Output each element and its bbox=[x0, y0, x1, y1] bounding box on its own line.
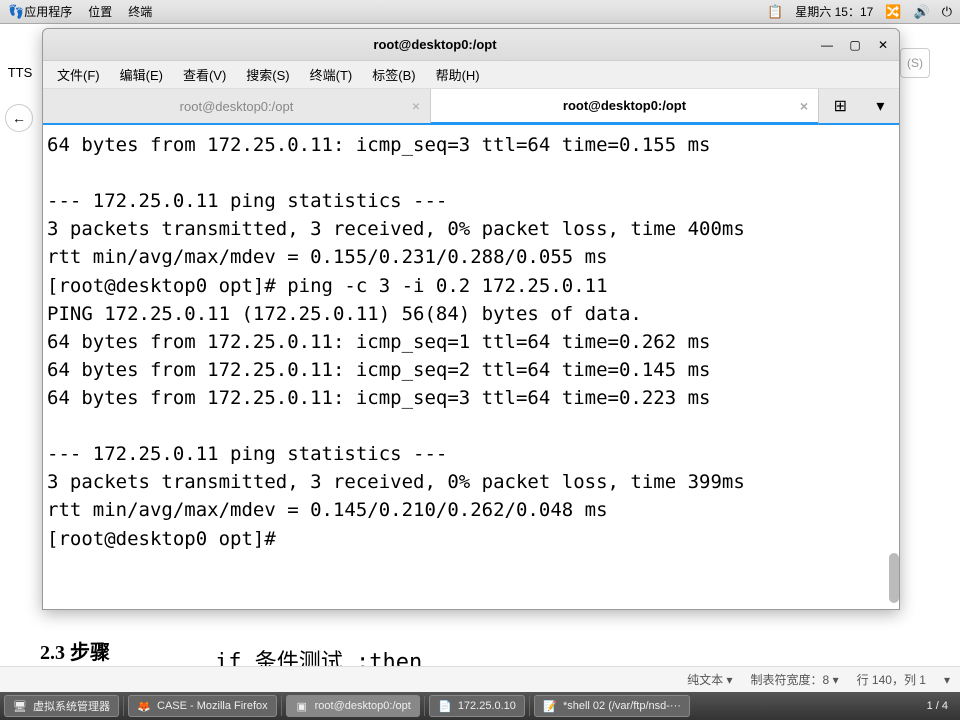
task-separator bbox=[123, 696, 124, 716]
terminal-window: root@desktop0:/opt — ▢ ✕ 文件(F) 编辑(E) 查看(… bbox=[42, 28, 900, 610]
task-label: CASE - Mozilla Firefox bbox=[157, 700, 268, 712]
status-dropdown[interactable]: ▾ bbox=[944, 673, 950, 687]
tab-label: root@desktop0:/opt bbox=[180, 99, 294, 114]
back-arrow-icon: ← bbox=[12, 110, 26, 126]
task-firefox[interactable]: 🦊 CASE - Mozilla Firefox bbox=[128, 695, 277, 717]
new-tab-icon[interactable]: ⊞ bbox=[834, 96, 847, 116]
vmm-icon: 🖥 bbox=[13, 699, 27, 713]
tab-close-icon[interactable]: × bbox=[800, 98, 808, 114]
section-heading: 2.3 步骤 bbox=[40, 636, 110, 665]
clock[interactable]: 星期六 15：17 bbox=[795, 3, 873, 20]
close-button[interactable]: ✕ bbox=[875, 37, 891, 53]
taskbar: 🖥 虚拟系统管理器 🦊 CASE - Mozilla Firefox ▣ roo… bbox=[0, 692, 960, 720]
top-panel-tray: 📋 星期六 15：17 🔀 🔊 ⏻ bbox=[767, 3, 952, 20]
window-controls: — ▢ ✕ bbox=[819, 37, 891, 53]
terminal-output[interactable]: 64 bytes from 172.25.0.11: icmp_seq=3 tt… bbox=[43, 125, 899, 609]
workspace-pager[interactable]: 1 / 4 bbox=[919, 700, 956, 712]
status-tab-width[interactable]: 制表符宽度：8 ▾ bbox=[751, 671, 839, 688]
task-vmm[interactable]: 🖥 虚拟系统管理器 bbox=[4, 695, 119, 717]
menu-edit[interactable]: 编辑(E) bbox=[112, 62, 171, 87]
menubar: 文件(F) 编辑(E) 查看(V) 搜索(S) 终端(T) 标签(B) 帮助(H… bbox=[43, 61, 899, 89]
gedit-statusbar: 纯文本 ▾ 制表符宽度：8 ▾ 行 140，列 1 ▾ bbox=[0, 666, 960, 692]
task-gedit2[interactable]: 📝 *shell 02 (/var/ftp/nsd-··· bbox=[534, 695, 690, 717]
tab-menu-icon[interactable]: ▾ bbox=[876, 96, 884, 116]
volume-icon[interactable]: 🔊 bbox=[914, 4, 930, 20]
task-label: 虚拟系统管理器 bbox=[33, 698, 110, 714]
status-mode[interactable]: 纯文本 ▾ bbox=[687, 671, 732, 688]
task-label: *shell 02 (/var/ftp/nsd-··· bbox=[563, 700, 681, 712]
task-separator bbox=[529, 696, 530, 716]
task-gedit1[interactable]: 📄 172.25.0.10 bbox=[429, 695, 525, 717]
tab-close-icon[interactable]: × bbox=[412, 98, 420, 114]
menu-file[interactable]: 文件(F) bbox=[49, 62, 108, 87]
menu-terminal[interactable]: 终端 bbox=[128, 3, 152, 20]
task-separator bbox=[424, 696, 425, 716]
menu-view[interactable]: 查看(V) bbox=[175, 62, 234, 87]
menu-applications[interactable]: 应用程序 bbox=[24, 3, 72, 20]
window-title: root@desktop0:/opt bbox=[51, 37, 819, 52]
bg-search-button[interactable]: (S) bbox=[900, 48, 930, 78]
tab-label: root@desktop0:/opt bbox=[563, 98, 686, 113]
menu-help[interactable]: 帮助(H) bbox=[428, 62, 488, 87]
input-method-icon[interactable]: 📋 bbox=[767, 4, 783, 20]
task-terminal[interactable]: ▣ root@desktop0:/opt bbox=[286, 695, 420, 717]
maximize-button[interactable]: ▢ bbox=[847, 37, 863, 53]
firefox-icon: 🦊 bbox=[137, 699, 151, 713]
tab-1[interactable]: root@desktop0:/opt × bbox=[43, 89, 431, 123]
back-button[interactable]: ← bbox=[5, 104, 33, 132]
scrollbar-thumb[interactable] bbox=[889, 553, 899, 603]
tabbar: root@desktop0:/opt × root@desktop0:/opt … bbox=[43, 89, 899, 125]
terminal-icon: ▣ bbox=[295, 699, 309, 713]
gnome-foot-icon: 👣 bbox=[8, 4, 24, 20]
document-icon: 📝 bbox=[543, 699, 557, 713]
power-icon[interactable]: ⏻ bbox=[942, 4, 952, 20]
task-separator bbox=[281, 696, 282, 716]
network-icon[interactable]: 🔀 bbox=[885, 4, 901, 20]
titlebar[interactable]: root@desktop0:/opt — ▢ ✕ bbox=[43, 29, 899, 61]
status-position: 行 140，列 1 bbox=[857, 671, 926, 688]
tab-extra: ⊞ ▾ bbox=[819, 89, 899, 123]
menu-tabs[interactable]: 标签(B) bbox=[364, 62, 423, 87]
menu-terminal[interactable]: 终端(T) bbox=[302, 62, 361, 87]
document-icon: 📄 bbox=[438, 699, 452, 713]
task-label: 172.25.0.10 bbox=[458, 700, 516, 712]
top-panel: 👣 应用程序 位置 终端 📋 星期六 15：17 🔀 🔊 ⏻ bbox=[0, 0, 960, 24]
menu-places[interactable]: 位置 bbox=[88, 3, 112, 20]
task-label: root@desktop0:/opt bbox=[315, 700, 411, 712]
top-panel-menus: 应用程序 位置 终端 bbox=[24, 3, 152, 20]
menu-search[interactable]: 搜索(S) bbox=[238, 62, 297, 87]
tab-2[interactable]: root@desktop0:/opt × bbox=[431, 89, 819, 125]
bg-left-text: TTS bbox=[0, 52, 40, 92]
minimize-button[interactable]: — bbox=[819, 37, 835, 53]
